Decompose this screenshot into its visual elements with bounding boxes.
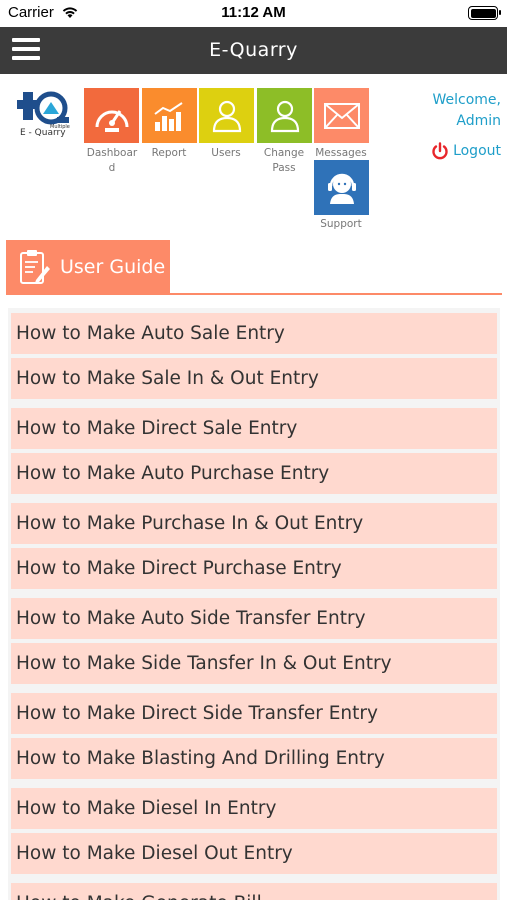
guide-item[interactable]: How to Make Blasting And Drilling Entry [11,738,497,779]
hamburger-menu-icon[interactable] [12,38,40,61]
bar-chart-icon [153,101,183,131]
nav-bar: E-Quarry [0,27,507,74]
clipboard-icon [20,250,50,284]
speedometer-icon [95,109,128,132]
guide-item[interactable]: How to Make Sale In & Out Entry [11,358,497,399]
support-tile[interactable] [314,160,369,215]
users-tile[interactable] [199,88,254,143]
status-bar: Carrier 11:12 AM [0,0,507,27]
guide-item[interactable]: How to Make Generate Bill [11,883,497,900]
logout-button[interactable]: Logout [431,142,501,160]
user-guide-header: User Guide [6,240,170,294]
welcome-greeting: Welcome, [432,92,502,108]
change-pass-label: Change Pass [263,147,305,174]
logo-text: E - Quarry [20,128,66,138]
power-icon [432,142,448,160]
report-label: Report [151,147,187,159]
dashboard-tile[interactable] [84,88,139,143]
guide-item[interactable]: How to Make Purchase In & Out Entry [11,503,497,544]
guide-item[interactable]: How to Make Auto Side Transfer Entry [11,598,497,639]
guide-item[interactable]: How to Make Direct Sale Entry [11,408,497,449]
support-agent-icon [327,173,356,204]
guide-item[interactable]: How to Make Direct Purchase Entry [11,548,497,589]
guide-item[interactable]: How to Make Side Tansfer In & Out Entry [11,643,497,684]
change-pass-tile[interactable] [257,88,312,143]
logout-label: Logout [453,143,501,159]
app-title: E-Quarry [209,39,298,61]
dashboard-label: Dashboar d [86,147,138,174]
support-label: Support [320,218,362,230]
guide-item[interactable]: How to Make Auto Purchase Entry [11,453,497,494]
username: Admin [456,113,501,129]
guide-item[interactable]: How to Make Diesel Out Entry [11,833,497,874]
guide-item[interactable]: How to Make Direct Side Transfer Entry [11,693,497,734]
welcome-text: Welcome, Admin [433,90,502,132]
guide-item[interactable]: How to Make Auto Sale Entry [11,313,497,354]
section-title: User Guide [60,256,166,278]
messages-tile[interactable] [314,88,369,143]
section-divider [6,293,502,295]
envelope-icon [323,102,360,129]
guide-item[interactable]: How to Make Diesel In Entry [11,788,497,829]
user-icon [212,100,241,132]
users-label: Users [211,147,241,159]
report-tile[interactable] [142,88,197,143]
battery-icon [468,6,501,20]
messages-label: Messages [315,147,367,159]
user-outline-icon [270,100,299,132]
clock: 11:12 AM [221,4,286,21]
